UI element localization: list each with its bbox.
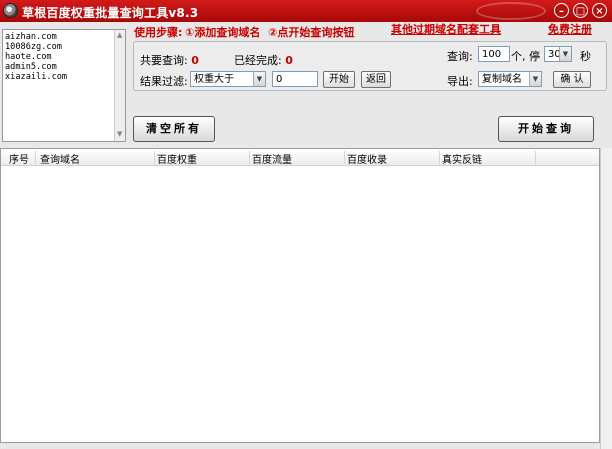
filter-start-button[interactable]: 开始 (323, 71, 355, 88)
filter-label: 结果过滤: (140, 75, 188, 88)
column-divider[interactable] (535, 151, 536, 164)
seconds-unit-label: 秒 (580, 50, 591, 63)
filter-condition-select[interactable]: 权重大于 ▼ (190, 71, 266, 87)
column-divider[interactable] (35, 151, 36, 164)
query-count-input[interactable]: 100 (478, 46, 510, 62)
filter-value-input[interactable]: 0 (272, 71, 318, 87)
completed-text: 已经完成: (234, 54, 282, 67)
confirm-button[interactable]: 确 认 (553, 71, 591, 88)
step-2-text: ②点开始查询按钮 (268, 26, 355, 39)
domain-input-list[interactable]: aizhan.com 10086zg.com haote.com admin5.com… (2, 29, 126, 142)
register-link[interactable]: 免费注册 (548, 21, 592, 37)
filter-back-button[interactable]: 返回 (361, 71, 391, 88)
export-mode-select[interactable]: 复制域名 ▼ (478, 71, 542, 87)
chevron-down-icon[interactable]: ▼ (559, 47, 571, 61)
column-header-index[interactable]: 序号 (9, 151, 29, 166)
total-query-label: 共要查询: 0 (140, 52, 199, 68)
pause-seconds-select[interactable]: 30 ▼ (544, 46, 572, 62)
column-header-baidu-traffic[interactable]: 百度流量 (252, 151, 292, 166)
query-unit-label: 个, 停 (511, 50, 540, 63)
total-query-text: 共要查询: (140, 54, 188, 67)
domain-list-scrollbar[interactable]: ▲ ▼ (114, 30, 125, 141)
query-control-panel: 共要查询: 0 已经完成: 0 结果过滤: 权重大于 ▼ 0 开始 返回 查询:… (133, 41, 607, 91)
completed-count: 0 (285, 54, 293, 67)
column-divider[interactable] (154, 151, 155, 164)
export-mode-value: 复制域名 (482, 74, 522, 85)
scroll-up-icon[interactable]: ▲ (117, 31, 122, 39)
filter-condition-value: 权重大于 (194, 74, 234, 85)
close-button[interactable]: × (592, 3, 607, 18)
table-header: 序号 查询域名 百度权重 百度流量 百度收录 真实反链 (1, 149, 599, 166)
query-label: 查询: (447, 50, 473, 63)
maximize-button[interactable]: □ (573, 3, 588, 18)
scroll-down-icon[interactable]: ▼ (117, 130, 122, 138)
window-title: 草根百度权重批量查询工具v8.3 (22, 6, 199, 20)
results-table[interactable]: 序号 查询域名 百度权重 百度流量 百度收录 真实反链 (0, 148, 600, 443)
completed-label: 已经完成: 0 (234, 52, 293, 68)
domain-line: aizhan.com (5, 32, 57, 42)
domain-line: haote.com (5, 52, 52, 62)
step-1-text: ①添加查询域名 (185, 26, 261, 39)
column-divider[interactable] (249, 151, 250, 164)
start-query-button[interactable]: 开始查询 (498, 116, 594, 142)
results-scrollbar[interactable] (600, 148, 612, 449)
domain-line: 10086zg.com (5, 42, 62, 52)
title-bar[interactable]: 草根百度权重批量查询工具v8.3 – □ × (0, 0, 612, 22)
minimize-button[interactable]: – (554, 3, 569, 18)
column-header-backlinks[interactable]: 真实反链 (442, 151, 482, 166)
column-header-baidu-weight[interactable]: 百度权重 (157, 151, 197, 166)
export-label: 导出: (447, 75, 473, 88)
app-logo-icon (3, 3, 18, 18)
chevron-down-icon[interactable]: ▼ (253, 72, 265, 86)
title-decoration (476, 2, 546, 20)
total-query-count: 0 (191, 54, 199, 67)
steps-label: 使用步骤: (134, 26, 183, 39)
other-tools-link[interactable]: 其他过期域名配套工具 (391, 21, 501, 37)
clear-all-button[interactable]: 清空所有 (133, 116, 215, 142)
column-header-domain[interactable]: 查询域名 (40, 151, 80, 166)
chevron-down-icon[interactable]: ▼ (529, 72, 541, 86)
column-divider[interactable] (439, 151, 440, 164)
domain-line: xiazaili.com (5, 72, 68, 82)
column-divider[interactable] (344, 151, 345, 164)
domain-line: admin5.com (5, 62, 57, 72)
column-header-baidu-index[interactable]: 百度收录 (347, 151, 387, 166)
